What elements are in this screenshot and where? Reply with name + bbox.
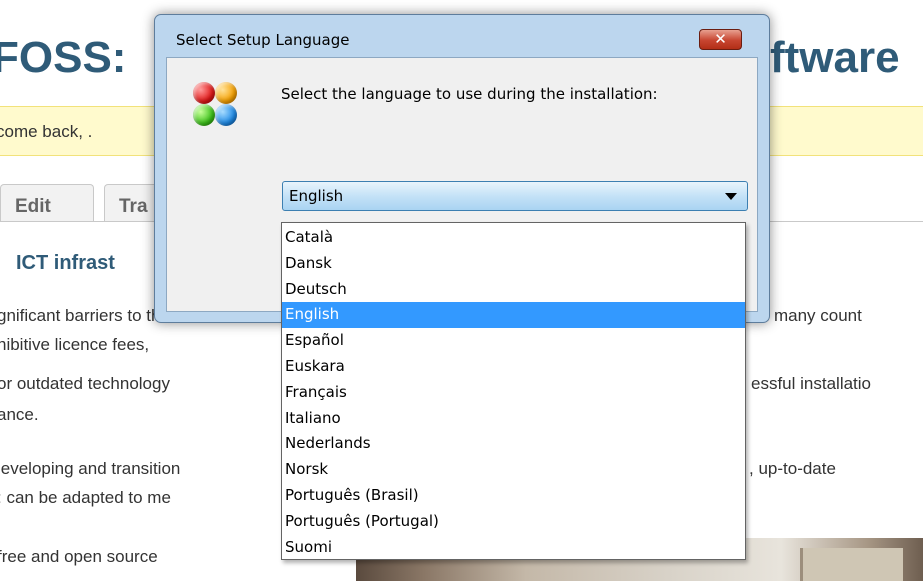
body-text-line: leveloping and transition xyxy=(0,459,181,478)
language-dropdown-list[interactable]: Català Dansk Deutsch English Español Euskara F… xyxy=(281,222,746,560)
body-text-line: free and open source xyxy=(0,547,158,566)
dialog-title: Select Setup Language xyxy=(176,31,350,49)
body-text-line: hibitive licence fees, xyxy=(0,335,150,354)
section-heading: ICT infrast xyxy=(16,252,115,274)
tab-edit[interactable]: Edit xyxy=(0,184,94,222)
language-option[interactable]: Suomi xyxy=(282,535,745,561)
language-option[interactable]: Català xyxy=(282,225,745,251)
language-option[interactable]: Português (Portugal) xyxy=(282,509,745,535)
body-text-line: in many count xyxy=(756,306,862,325)
language-prompt: Select the language to use during the in… xyxy=(281,85,658,103)
body-text-line: : can be adapted to me xyxy=(0,488,171,507)
body-text-line: essful installatio xyxy=(751,374,872,393)
language-option[interactable]: Español xyxy=(282,328,745,354)
body-text-line: or outdated technology xyxy=(0,374,170,393)
body-text-line: , up-to-date xyxy=(749,459,836,478)
welcome-message: come back, . xyxy=(0,122,93,141)
language-option[interactable]: Nederlands xyxy=(282,431,745,457)
language-option[interactable]: Português (Brasil) xyxy=(282,483,745,509)
language-option[interactable]: Norsk xyxy=(282,457,745,483)
language-option[interactable]: Français xyxy=(282,380,745,406)
chevron-down-icon[interactable] xyxy=(725,193,737,200)
language-option[interactable]: Dansk xyxy=(282,251,745,277)
body-text-line: gnificant barriers to the xyxy=(0,306,170,325)
setup-language-icon xyxy=(191,80,239,128)
body-text-line: ance. xyxy=(0,405,39,424)
language-option[interactable]: Italiano xyxy=(282,406,745,432)
language-option[interactable]: English xyxy=(282,302,745,329)
page-photo-building xyxy=(800,548,903,581)
language-select[interactable]: English xyxy=(282,181,748,211)
language-select-value: English xyxy=(289,187,344,205)
language-option[interactable]: Deutsch xyxy=(282,277,745,303)
site-title-continued: ftware xyxy=(770,33,900,82)
language-option[interactable]: Euskara xyxy=(282,354,745,380)
close-button[interactable]: ✕ xyxy=(699,29,742,50)
site-title: FOSS: xyxy=(0,33,127,82)
